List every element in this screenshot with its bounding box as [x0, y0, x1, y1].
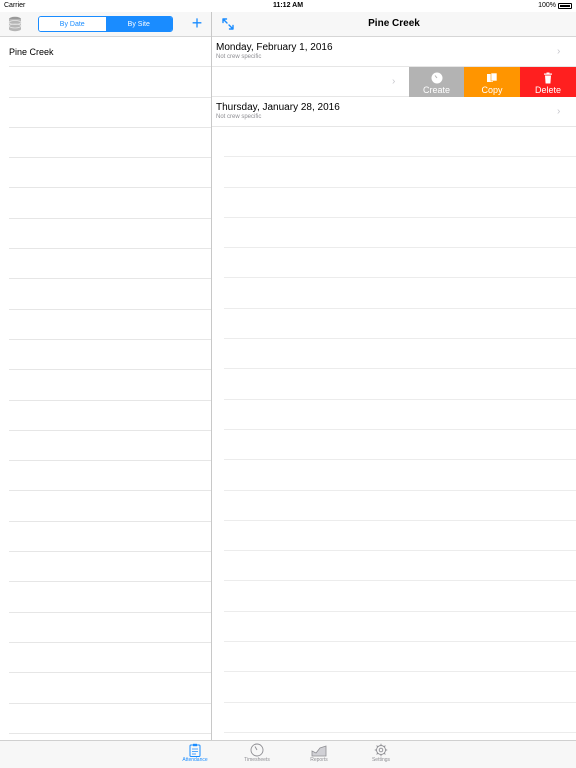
segment-by-site[interactable]: By Site — [105, 17, 172, 31]
status-time: 11:12 AM — [272, 2, 304, 9]
create-label: Create — [422, 85, 450, 95]
database-icon[interactable] — [8, 16, 22, 32]
empty-row — [224, 491, 576, 521]
empty-row — [9, 704, 211, 734]
tab-settings[interactable]: Settings — [356, 743, 406, 763]
empty-row — [224, 369, 576, 400]
empty-row — [9, 582, 211, 613]
empty-row — [9, 401, 211, 431]
empty-row — [9, 188, 211, 219]
delete-label: Delete — [534, 85, 561, 95]
empty-row — [9, 158, 211, 189]
empty-row — [224, 430, 576, 461]
empty-row — [224, 218, 576, 249]
empty-row — [224, 278, 576, 309]
tab-bar: Attendance Timesheets Reports Settings — [0, 740, 576, 768]
empty-row — [224, 551, 576, 582]
gear-icon — [374, 743, 388, 757]
tab-label: Timesheets — [244, 757, 270, 763]
clock-icon — [431, 72, 442, 84]
site-list: Pine Creek — [0, 37, 211, 734]
empty-row — [224, 400, 576, 430]
add-button[interactable]: + — [189, 14, 205, 32]
trash-icon — [544, 72, 552, 84]
empty-row — [9, 279, 211, 310]
empty-row — [224, 703, 576, 733]
tab-label: Settings — [371, 757, 391, 763]
copy-label: Copy — [481, 85, 503, 95]
empty-row — [224, 127, 576, 158]
empty-row — [224, 309, 576, 340]
empty-row — [224, 581, 576, 612]
empty-row — [224, 672, 576, 703]
empty-row — [224, 188, 576, 218]
view-mode-segmented-control: By Date By Site — [38, 16, 173, 32]
empty-row — [224, 642, 576, 673]
chevron-right-icon: › — [392, 76, 396, 87]
site-row[interactable]: Pine Creek — [9, 37, 211, 68]
empty-row — [9, 552, 211, 583]
site-name: Pine Creek — [9, 46, 54, 57]
empty-row — [224, 521, 576, 552]
empty-row — [9, 431, 211, 462]
date-row[interactable]: Monday, February 1, 2016 Not crew specif… — [212, 37, 576, 67]
status-bar: Carrier 11:12 AM 100% — [0, 0, 576, 12]
battery-icon — [558, 2, 572, 9]
tab-reports[interactable]: Reports — [294, 743, 344, 763]
empty-row — [224, 339, 576, 370]
empty-row — [9, 98, 211, 128]
empty-row — [224, 460, 576, 491]
row-note: Not crew specific — [216, 54, 262, 60]
clipboard-icon — [189, 743, 201, 757]
row-note: Not crew specific — [216, 114, 262, 120]
empty-row — [224, 157, 576, 188]
empty-row — [9, 340, 211, 371]
tab-attendance[interactable]: Attendance — [170, 743, 220, 763]
empty-row — [224, 612, 576, 643]
right-navigation-bar: Pine Creek — [212, 12, 576, 37]
clock-icon — [250, 743, 264, 757]
left-navigation-bar: By Date By Site + — [0, 12, 211, 37]
empty-row — [9, 643, 211, 674]
empty-row — [9, 491, 211, 522]
copy-button[interactable]: Copy — [464, 67, 520, 97]
empty-row — [9, 613, 211, 643]
swipe-actions: Create Copy Delete — [409, 67, 576, 97]
row-date: Monday, February 1, 2016 — [216, 42, 333, 53]
empty-row — [9, 310, 211, 340]
chevron-right-icon: › — [557, 46, 561, 57]
empty-row — [9, 67, 211, 98]
segment-by-date[interactable]: By Date — [39, 17, 106, 31]
empty-row — [9, 522, 211, 553]
copy-icon — [487, 72, 498, 82]
date-row[interactable]: Thursday, January 28, 2016 Not crew spec… — [212, 97, 576, 127]
empty-row — [9, 249, 211, 280]
chevron-right-icon: › — [557, 106, 561, 117]
delete-button[interactable]: Delete — [520, 67, 576, 97]
battery-indicator: 100% — [538, 2, 572, 9]
create-button[interactable]: Create — [409, 67, 464, 97]
empty-row — [9, 461, 211, 492]
empty-row — [9, 370, 211, 401]
empty-rows — [224, 127, 576, 733]
battery-percent: 100% — [538, 2, 556, 9]
empty-row — [9, 128, 211, 159]
empty-row — [224, 248, 576, 279]
page-title: Pine Creek — [368, 18, 420, 29]
tab-label: Reports — [310, 757, 328, 763]
empty-row — [9, 219, 211, 250]
chart-icon — [311, 745, 327, 757]
tab-label: Attendance — [182, 757, 208, 763]
tab-timesheets[interactable]: Timesheets — [232, 743, 282, 763]
row-date: Thursday, January 28, 2016 — [216, 102, 340, 113]
empty-row — [9, 673, 211, 704]
